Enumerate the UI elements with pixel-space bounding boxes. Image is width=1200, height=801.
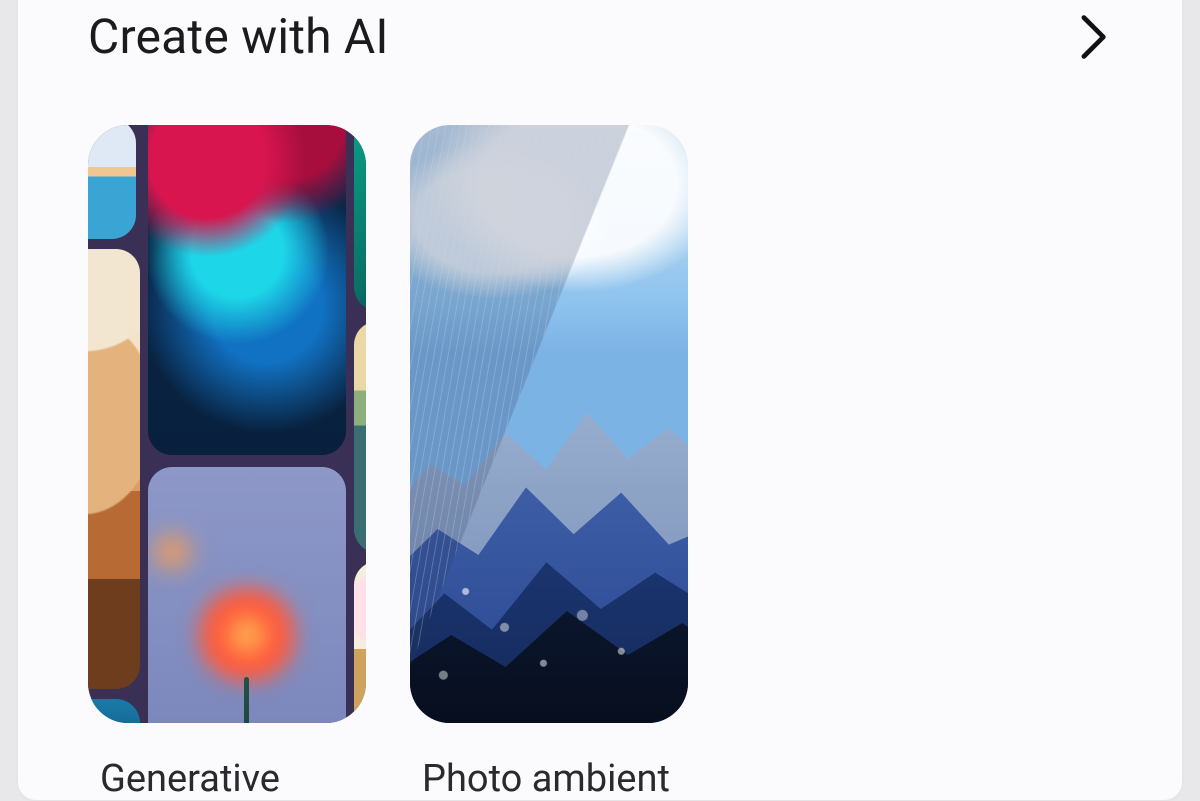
collage-tile-icon <box>354 321 366 553</box>
collage-tile-icon <box>354 561 366 723</box>
card-row: Generative Photo ambient <box>88 125 1112 801</box>
card-label: Generative <box>88 757 366 801</box>
thumbnail-generative <box>88 125 366 723</box>
thumbnail-photo-ambient <box>410 125 688 723</box>
rain-overlay-icon <box>410 125 688 723</box>
collage-tile-icon <box>148 467 346 723</box>
collage-tile-icon <box>148 125 346 455</box>
section-header: Create with AI <box>88 2 1112 125</box>
collage-tile-icon <box>88 125 136 239</box>
card-photo-ambient[interactable]: Photo ambient <box>410 125 688 801</box>
create-with-ai-panel: Create with AI Generative <box>18 0 1182 800</box>
section-title: Create with AI <box>88 8 389 65</box>
collage-tile-icon <box>354 125 366 311</box>
collage-tile-icon <box>88 699 140 723</box>
card-generative[interactable]: Generative <box>88 125 366 801</box>
card-label: Photo ambient <box>410 757 688 801</box>
collage-tile-icon <box>88 249 140 689</box>
chevron-right-icon[interactable] <box>1078 12 1112 62</box>
